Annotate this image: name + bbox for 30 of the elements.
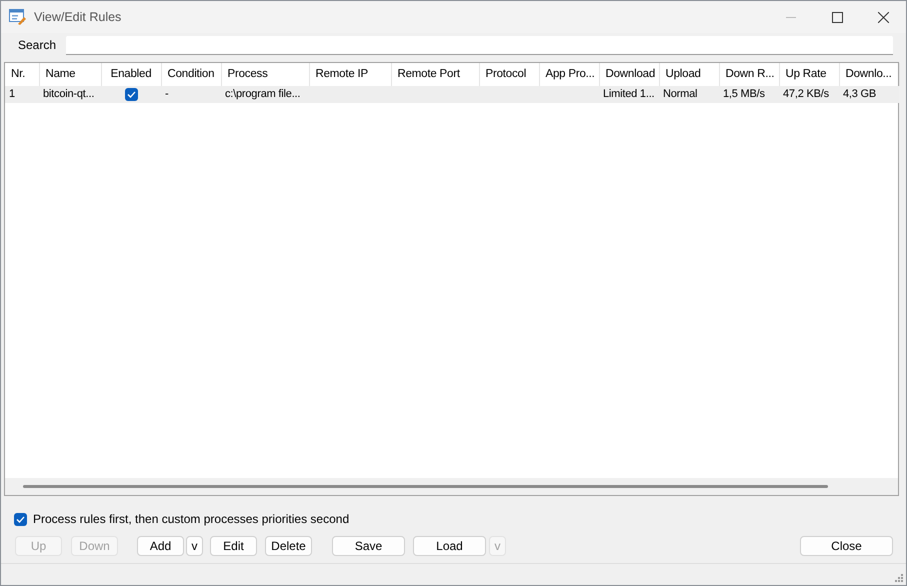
table-cell: 1,5 MB/s xyxy=(719,86,779,103)
resize-grip-icon[interactable] xyxy=(895,574,903,582)
checkmark-icon xyxy=(16,516,25,522)
maximize-icon xyxy=(832,12,842,22)
window-title: View/Edit Rules xyxy=(34,8,122,26)
table-cell: bitcoin-qt... xyxy=(39,86,101,103)
table-cell: 4,3 GB xyxy=(839,86,899,103)
close-button[interactable]: Close xyxy=(800,536,893,556)
checkmark-icon xyxy=(126,91,136,98)
button[interactable]: Edit xyxy=(210,536,257,556)
table-cell: 1 xyxy=(5,86,39,103)
table-cell: - xyxy=(161,86,221,103)
button[interactable]: Add xyxy=(137,536,184,556)
button[interactable]: Delete xyxy=(265,536,312,556)
search-label: Search xyxy=(18,37,56,54)
button[interactable]: Save xyxy=(332,536,405,556)
table-cell: Normal xyxy=(659,86,719,103)
table-cell: 47,2 KB/s xyxy=(779,86,839,103)
button[interactable]: Load xyxy=(413,536,486,556)
table-cell: Limited 1... xyxy=(599,86,659,103)
table-cell: c:\program file... xyxy=(221,86,309,103)
dropdown-button[interactable]: v xyxy=(186,536,203,556)
checkbox-label: Process rules first, then custom processes priorities second xyxy=(33,511,350,528)
search-field[interactable] xyxy=(66,36,893,54)
minimize-icon xyxy=(786,16,796,18)
horizontal-scrollbar[interactable] xyxy=(5,478,898,495)
checkbox[interactable] xyxy=(124,88,138,101)
rules-app-icon xyxy=(9,9,26,25)
checkbox[interactable] xyxy=(14,512,27,526)
close-icon xyxy=(878,12,888,22)
